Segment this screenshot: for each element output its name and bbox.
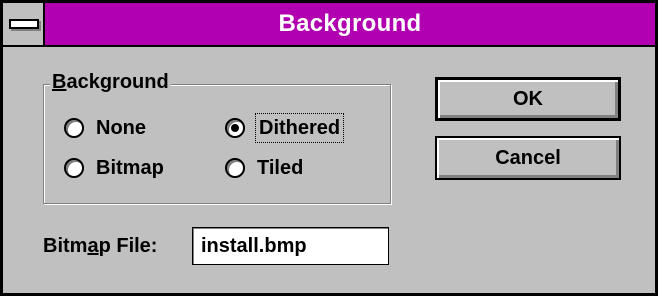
- cancel-button[interactable]: Cancel: [435, 136, 621, 180]
- background-dialog: Background Background None Dithered Bitm…: [0, 0, 658, 296]
- groupbox-label: Background: [50, 69, 171, 95]
- groupbox-label-accelerator: B: [52, 71, 67, 93]
- radio-bitmap-label: Bitmap: [96, 157, 164, 179]
- radio-bitmap-circle[interactable]: [64, 158, 84, 178]
- ok-button-label: OK: [513, 87, 543, 110]
- radio-none-label: None: [96, 117, 146, 139]
- window-title: Background: [278, 10, 422, 37]
- cancel-button-label: Cancel: [495, 146, 561, 169]
- ok-button[interactable]: OK: [435, 77, 621, 121]
- radio-dithered[interactable]: Dithered: [225, 113, 345, 143]
- title-bar[interactable]: Background: [3, 3, 655, 47]
- background-groupbox: [43, 84, 391, 204]
- bitmap-file-label-accelerator: a: [87, 235, 99, 257]
- radio-tiled-circle[interactable]: [225, 158, 245, 178]
- radio-none[interactable]: None: [64, 115, 146, 141]
- system-menu-icon: [9, 19, 39, 29]
- system-menu-button[interactable]: [3, 3, 45, 45]
- bitmap-file-label-pre: Bitm: [43, 235, 88, 257]
- bitmap-file-label: Bitmap File:: [43, 233, 157, 259]
- bitmap-file-input[interactable]: install.bmp: [192, 227, 389, 265]
- radio-bitmap[interactable]: Bitmap: [64, 155, 164, 181]
- bitmap-file-label-post: p File:: [98, 235, 158, 257]
- radio-dithered-label: Dithered: [254, 113, 345, 143]
- radio-tiled[interactable]: Tiled: [225, 155, 303, 181]
- radio-dithered-circle[interactable]: [225, 118, 245, 138]
- groupbox-label-text: ackground: [66, 71, 169, 93]
- radio-tiled-label: Tiled: [257, 157, 304, 179]
- radio-none-circle[interactable]: [64, 118, 84, 138]
